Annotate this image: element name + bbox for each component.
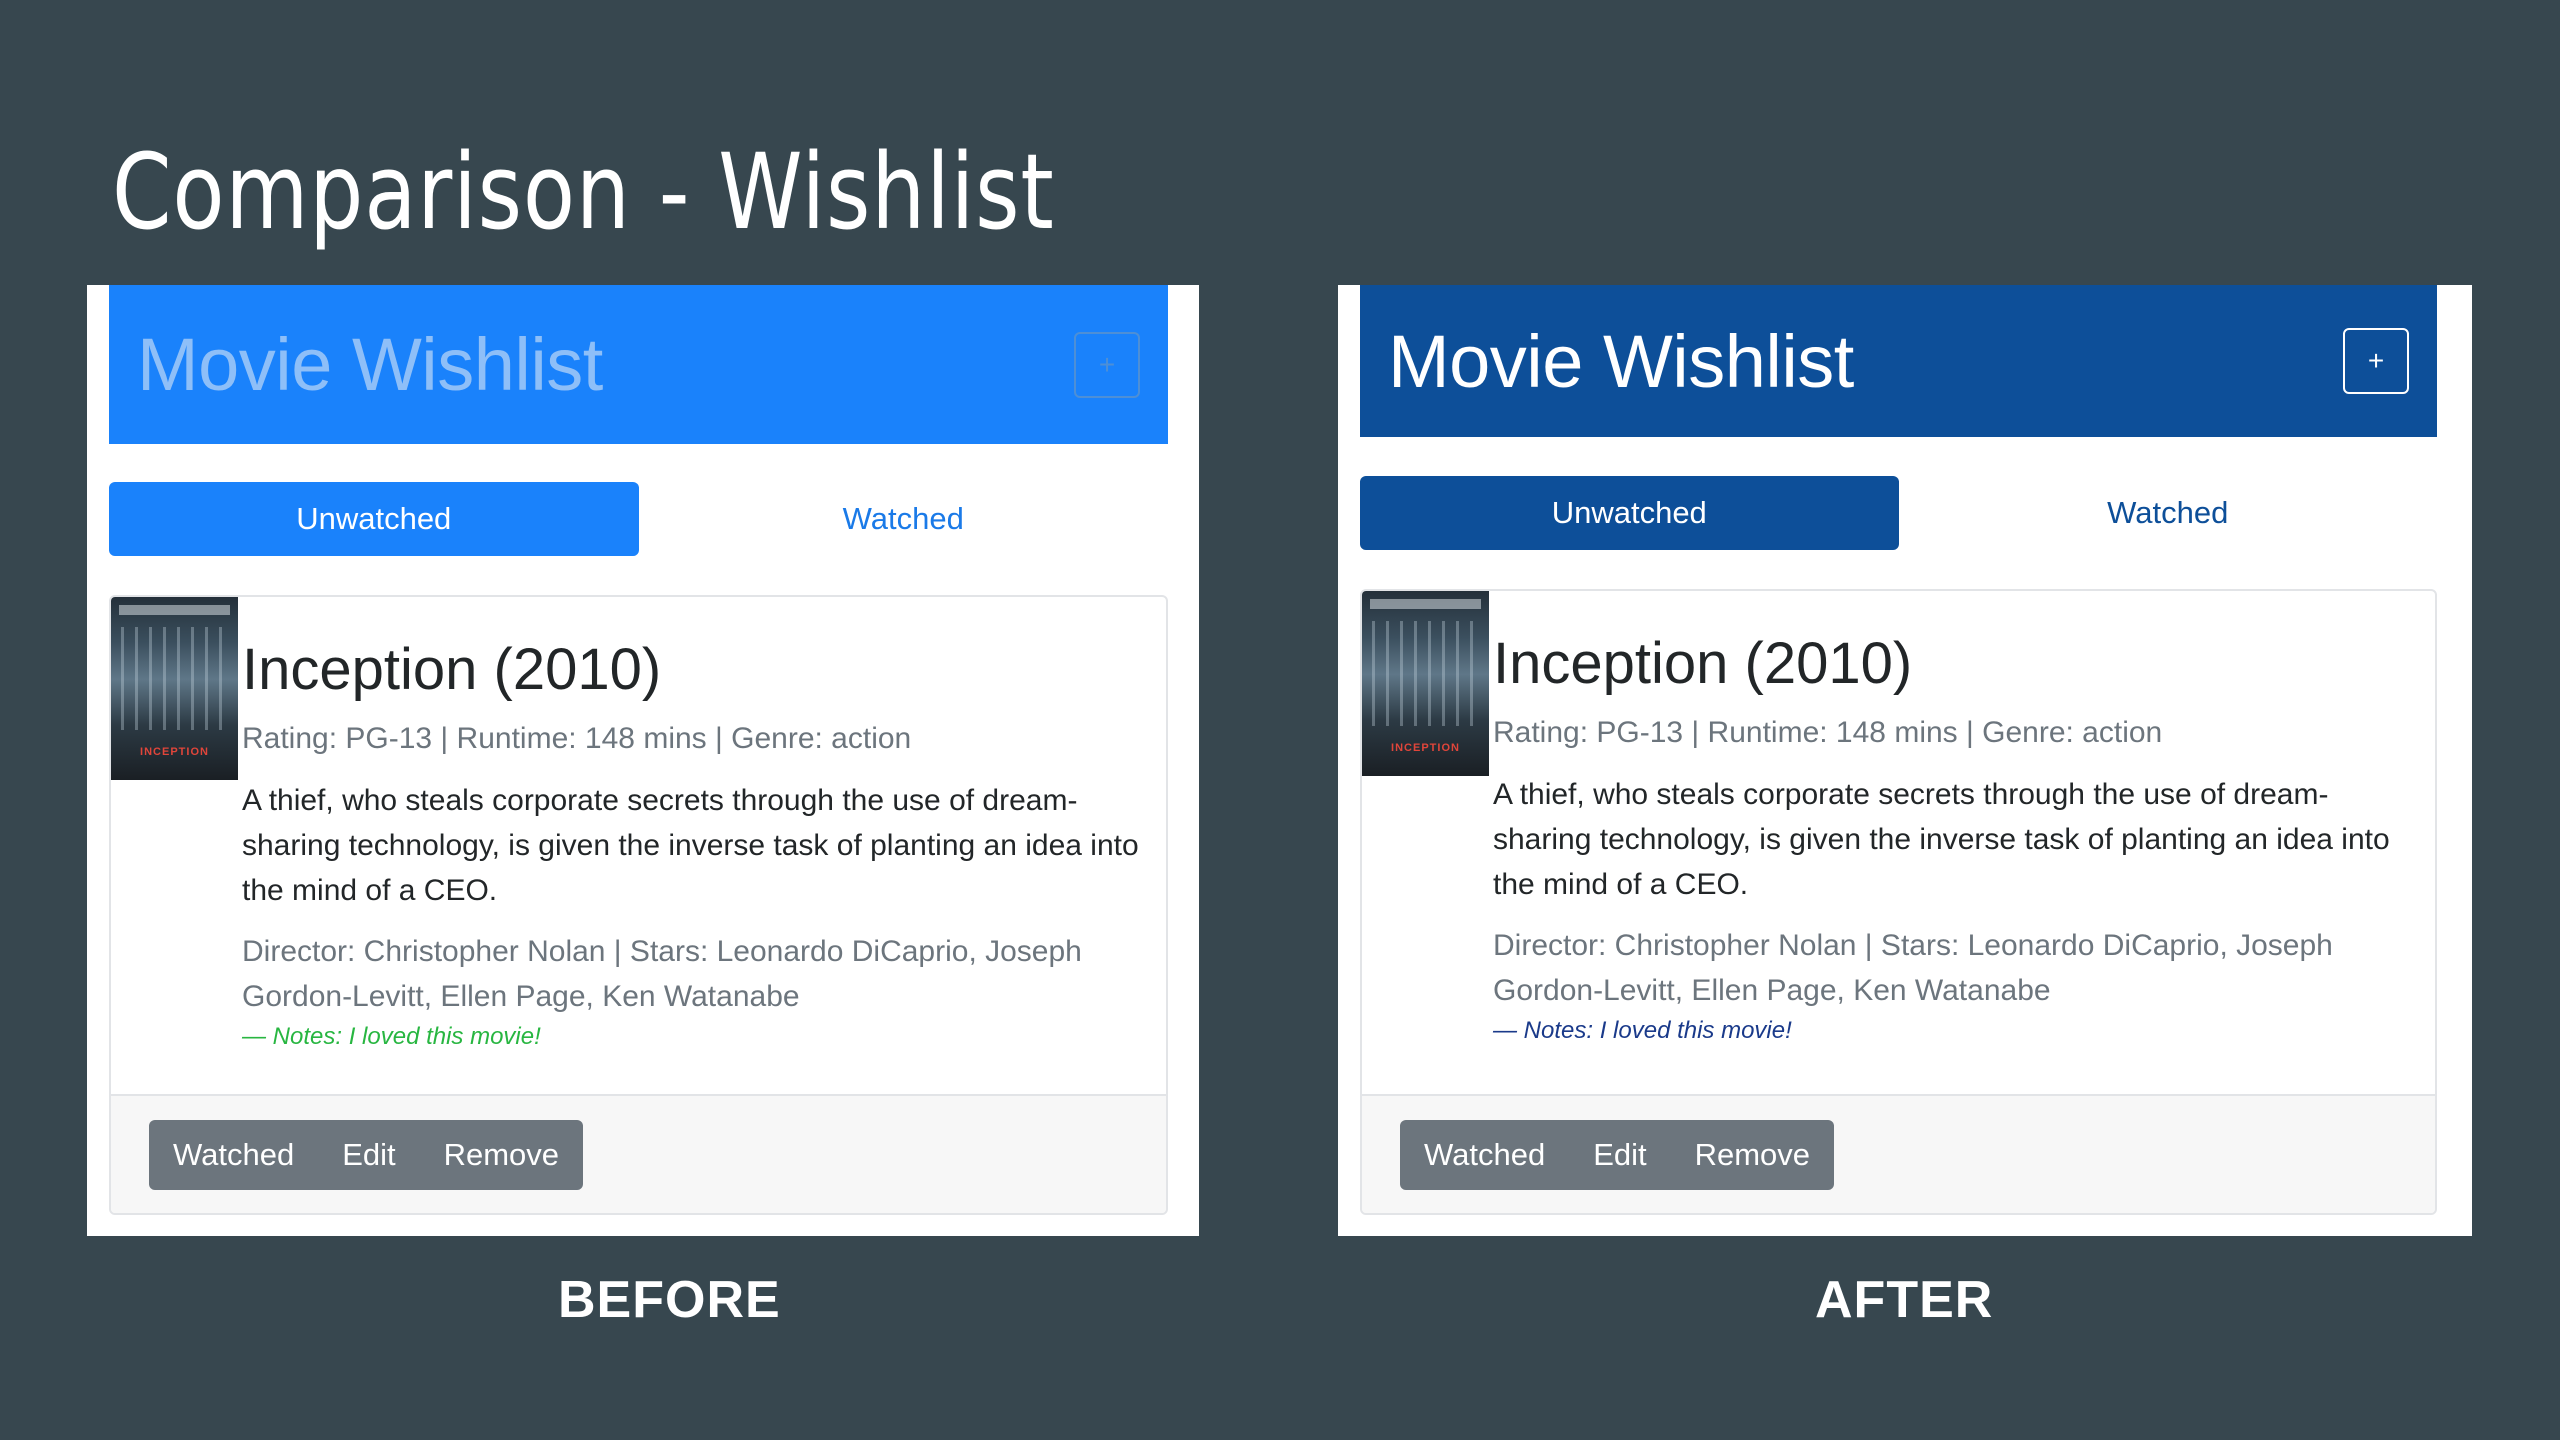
movie-title: Inception (2010): [242, 637, 662, 702]
edit-button[interactable]: Edit: [318, 1120, 419, 1190]
movie-meta: Rating: PG-13 | Runtime: 148 mins | Genr…: [242, 721, 912, 755]
card-body: Inception (2010) Rating: PG-13 | Runtime…: [1493, 629, 2415, 1045]
remove-button[interactable]: Remove: [420, 1120, 583, 1190]
add-movie-button[interactable]: +: [2343, 328, 2409, 394]
before-screenshot: Movie Wishlist + Unwatched Watched INCEP…: [87, 285, 1199, 1236]
remove-button[interactable]: Remove: [1671, 1120, 1834, 1190]
slide-title: Comparison - Wishlist: [112, 131, 1055, 253]
tab-watched[interactable]: Watched: [1899, 476, 2438, 550]
poster-credits-strip: [1370, 599, 1481, 609]
tab-bar: Unwatched Watched: [109, 482, 1168, 556]
poster-title-text: INCEPTION: [140, 746, 209, 758]
app-header: Movie Wishlist +: [1360, 285, 2437, 437]
movie-synopsis: A thief, who steals corporate secrets th…: [242, 783, 1139, 907]
card-footer: Watched Edit Remove: [1362, 1094, 2435, 1213]
movie-notes: — Notes: I loved this movie!: [242, 1022, 541, 1050]
movie-credits: Director: Christopher Nolan | Stars: Leo…: [1493, 928, 2333, 1007]
poster-title-text: INCEPTION: [1391, 742, 1460, 754]
app-title: Movie Wishlist: [137, 323, 603, 406]
after-screenshot: Movie Wishlist + Unwatched Watched INCEP…: [1338, 285, 2472, 1236]
movie-card: INCEPTION Inception (2010) Rating: PG-13…: [1360, 589, 2437, 1215]
poster-artwork: [1372, 621, 1479, 726]
tab-watched[interactable]: Watched: [639, 482, 1169, 556]
add-movie-button[interactable]: +: [1074, 331, 1140, 398]
mark-watched-button[interactable]: Watched: [1400, 1120, 1569, 1190]
action-button-group: Watched Edit Remove: [1400, 1120, 1835, 1190]
card-footer: Watched Edit Remove: [111, 1094, 1166, 1213]
plus-icon: +: [2367, 345, 2385, 376]
movie-title: Inception (2010): [1493, 631, 1913, 696]
movie-poster: INCEPTION: [111, 597, 238, 780]
before-caption: BEFORE: [558, 1271, 781, 1329]
action-button-group: Watched Edit Remove: [149, 1120, 584, 1190]
mark-watched-button[interactable]: Watched: [149, 1120, 318, 1190]
poster-credits-strip: [119, 605, 230, 615]
tab-unwatched[interactable]: Unwatched: [1360, 476, 1899, 550]
app-header: Movie Wishlist +: [109, 285, 1168, 444]
card-body: Inception (2010) Rating: PG-13 | Runtime…: [242, 635, 1146, 1051]
movie-card: INCEPTION Inception (2010) Rating: PG-13…: [109, 595, 1168, 1215]
movie-meta: Rating: PG-13 | Runtime: 148 mins | Genr…: [1493, 715, 2163, 749]
movie-synopsis: A thief, who steals corporate secrets th…: [1493, 777, 2390, 901]
movie-poster: INCEPTION: [1362, 591, 1489, 776]
poster-artwork: [121, 627, 228, 730]
plus-icon: +: [1098, 348, 1116, 380]
after-caption: AFTER: [1815, 1271, 1994, 1329]
movie-notes: — Notes: I loved this movie!: [1493, 1016, 1792, 1044]
movie-credits: Director: Christopher Nolan | Stars: Leo…: [242, 934, 1082, 1013]
tab-bar: Unwatched Watched: [1360, 476, 2437, 550]
app-title: Movie Wishlist: [1388, 319, 1854, 403]
edit-button[interactable]: Edit: [1569, 1120, 1670, 1190]
tab-unwatched[interactable]: Unwatched: [109, 482, 639, 556]
